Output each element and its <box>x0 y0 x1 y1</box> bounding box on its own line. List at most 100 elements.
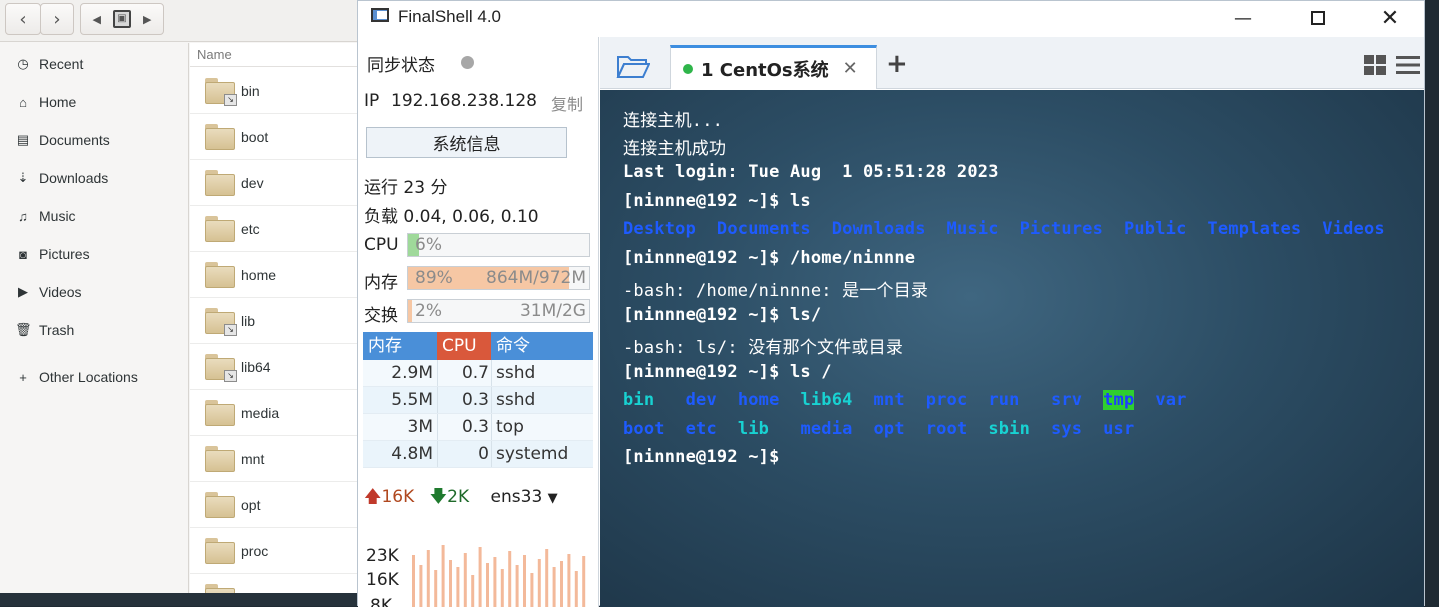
process-row[interactable]: 5.5M 0.3 sshd <box>363 387 593 414</box>
traffic-bar <box>419 565 423 607</box>
download-icon: ⇣ <box>17 170 29 185</box>
plus-icon: + <box>19 369 27 385</box>
folder-open-icon[interactable] <box>616 53 650 79</box>
maximize-button[interactable] <box>1298 5 1338 31</box>
process-row[interactable]: 3M 0.3 top <box>363 414 593 441</box>
terminal-dir-entry: var <box>1155 390 1187 410</box>
ip-label: IP <box>364 91 380 111</box>
sidebar-item-other-locations[interactable]: + Other Locations <box>0 362 189 392</box>
terminal-dir-listing: boot etc lib media opt root sbin sys usr <box>623 419 1134 447</box>
sidebar-item-label: Music <box>39 208 76 224</box>
swap-usage-fill <box>408 300 412 322</box>
traffic-bar <box>493 557 497 607</box>
tab-close-icon[interactable]: ✕ <box>843 58 858 79</box>
traffic-bar <box>508 551 512 607</box>
sidebar-item-home[interactable]: ⌂ Home <box>0 87 189 117</box>
file-row[interactable] <box>190 574 362 593</box>
file-name: boot <box>241 128 269 145</box>
session-tab-bar: 1 CentOs系统 ✕ + <box>600 37 1424 89</box>
traffic-bar <box>471 575 475 607</box>
file-row[interactable]: opt <box>190 482 362 528</box>
terminal-output[interactable]: 连接主机... 连接主机成功 Last login: Tue Aug 1 05:… <box>600 90 1424 607</box>
terminal-dir-entry: Videos <box>1322 219 1385 239</box>
sidebar-item-label: Recent <box>39 56 84 72</box>
sidebar-item-downloads[interactable]: ⇣ Downloads <box>0 163 189 193</box>
file-row[interactable]: media <box>190 390 362 436</box>
maximize-icon <box>1311 11 1325 25</box>
forward-button[interactable]: › <box>40 3 74 35</box>
file-row[interactable]: ↘ lib64 <box>190 344 362 390</box>
terminal-dir-entry: sys <box>1050 419 1083 439</box>
terminal-dir-entry: proc <box>925 390 968 410</box>
traffic-bar <box>478 547 482 607</box>
traffic-bar <box>412 555 415 607</box>
traffic-bar <box>574 571 578 607</box>
terminal-dir-listing: Desktop Documents Downloads Music Pictur… <box>623 219 1385 247</box>
terminal-dir-entry: bin <box>623 390 655 410</box>
sidebar-item-documents[interactable]: ▤ Documents <box>0 125 189 155</box>
sidebar-item-label: Trash <box>39 322 75 338</box>
mem-column-header[interactable]: 内存 <box>363 332 437 360</box>
file-row[interactable]: mnt <box>190 436 362 482</box>
traffic-bar <box>545 549 549 607</box>
terminal-dir-entry: Documents <box>716 219 811 239</box>
path-left-arrow-icon[interactable]: ◀ <box>93 13 101 26</box>
sync-status-dot <box>461 56 474 69</box>
process-cmd: systemd <box>491 441 593 467</box>
sidebar-item-pictures[interactable]: ◙ Pictures <box>0 239 189 269</box>
video-icon: ▶ <box>18 284 28 299</box>
traffic-bar <box>523 555 526 607</box>
sidebar-item-videos[interactable]: ▶ Videos <box>0 277 189 307</box>
tab-centos[interactable]: 1 CentOs系统 ✕ <box>670 45 877 89</box>
traffic-bar <box>486 563 489 607</box>
sidebar-item-music[interactable]: ♫ Music <box>0 201 189 231</box>
name-column-header[interactable]: Name <box>190 43 362 67</box>
upload-rate: 16K <box>381 487 415 507</box>
root-drive-icon[interactable]: ▣ <box>113 10 131 28</box>
prompt: [ninnne@192 ~]$ <box>623 447 780 467</box>
path-right-arrow-icon[interactable]: ▶ <box>143 13 151 26</box>
tab-label: 1 CentOs系统 <box>701 59 829 81</box>
terminal-dir-entry: Downloads <box>831 219 926 239</box>
file-row[interactable]: ↘ bin <box>190 68 362 114</box>
path-bar[interactable]: ◀ ▣ ▶ <box>80 3 164 35</box>
places-sidebar: ◷ Recent ⌂ Home ▤ Documents ⇣ Downloads ♫ Music ◙ P… <box>0 43 189 593</box>
close-button[interactable]: ✕ <box>1370 5 1410 31</box>
add-tab-icon[interactable]: + <box>886 49 908 79</box>
file-row[interactable]: boot <box>190 114 362 160</box>
folder-icon: ↘ <box>205 353 237 382</box>
minimize-button[interactable]: — <box>1223 5 1263 31</box>
copy-ip-button[interactable]: 复制 <box>551 91 583 115</box>
terminal-dir-entry: tmp <box>1103 390 1135 410</box>
file-row[interactable]: dev <box>190 160 362 206</box>
cmd-column-header[interactable]: 命令 <box>491 332 593 360</box>
terminal-dir-entry: root <box>925 419 968 439</box>
menu-icon[interactable] <box>1396 55 1420 75</box>
file-row[interactable]: ↘ lib <box>190 298 362 344</box>
chart-label-16k: 16K <box>366 570 400 590</box>
chevron-down-icon[interactable]: ▼ <box>548 491 558 506</box>
process-row[interactable]: 2.9M 0.7 sshd <box>363 360 593 387</box>
traffic-bar <box>530 573 534 607</box>
terminal-dir-entry: mnt <box>873 390 905 410</box>
sidebar-item-trash[interactable]: 🗑 Trash <box>0 315 189 345</box>
file-row[interactable]: home <box>190 252 362 298</box>
title-bar[interactable]: FinalShell 4.0 — ✕ <box>358 1 1424 37</box>
network-interface-select[interactable]: ens33 <box>491 487 543 507</box>
terminal-dir-entry: home <box>737 390 780 410</box>
symlink-arrow-icon: ↘ <box>224 369 237 382</box>
file-name: lib <box>241 312 256 329</box>
download-arrow-icon: 🡇 <box>429 487 448 507</box>
file-row[interactable]: etc <box>190 206 362 252</box>
terminal-prompt-line: [ninnne@192 ~]$ /home/ninnne <box>623 248 915 276</box>
folder-icon <box>205 215 235 242</box>
cpu-usage-bar: 6% <box>407 233 590 257</box>
file-row[interactable]: proc <box>190 528 362 574</box>
process-row[interactable]: 4.8M 0 systemd <box>363 441 593 468</box>
back-button[interactable]: ‹ <box>5 3 41 35</box>
sidebar-item-recent[interactable]: ◷ Recent <box>0 49 189 79</box>
music-icon: ♫ <box>18 208 28 224</box>
layout-grid-icon[interactable] <box>1364 55 1386 75</box>
cpu-column-header[interactable]: CPU <box>437 332 491 360</box>
system-info-button[interactable]: 系统信息 <box>366 127 567 158</box>
